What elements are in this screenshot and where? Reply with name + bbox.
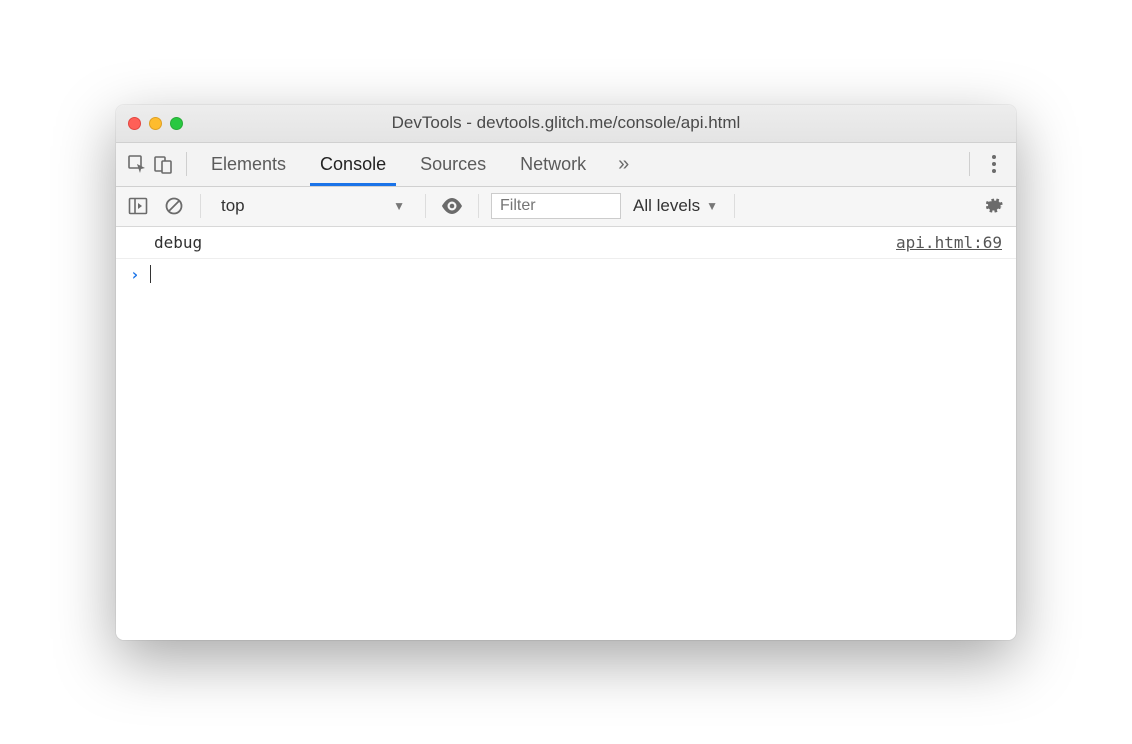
console-prompt[interactable]: › (116, 259, 1016, 290)
main-toolbar: Elements Console Sources Network » (116, 143, 1016, 187)
console-filterbar: top ▼ All levels ▼ (116, 187, 1016, 227)
console-message-source-link[interactable]: api.html:69 (896, 233, 1002, 252)
context-selector[interactable]: top ▼ (213, 192, 413, 220)
kebab-menu-icon[interactable] (980, 155, 1008, 173)
more-tabs-button[interactable]: » (610, 153, 637, 176)
filterbar-separator (200, 194, 201, 218)
live-expression-eye-icon[interactable] (438, 192, 466, 220)
close-window-button[interactable] (128, 117, 141, 130)
minimize-window-button[interactable] (149, 117, 162, 130)
panel-tabs: Elements Console Sources Network » (197, 144, 637, 185)
console-settings-gear-icon[interactable] (980, 192, 1008, 220)
zoom-window-button[interactable] (170, 117, 183, 130)
filterbar-separator (478, 194, 479, 218)
titlebar: DevTools - devtools.glitch.me/console/ap… (116, 105, 1016, 143)
filterbar-separator (734, 194, 735, 218)
text-cursor (150, 265, 151, 283)
filter-input[interactable] (491, 193, 621, 219)
tab-console[interactable]: Console (310, 144, 396, 185)
inspect-icon[interactable] (124, 151, 150, 177)
console-message-row: debug api.html:69 (116, 227, 1016, 259)
log-levels-label: All levels (633, 196, 700, 216)
chevron-down-icon: ▼ (706, 199, 718, 213)
device-toolbar-icon[interactable] (150, 151, 176, 177)
console-output: debug api.html:69 › (116, 227, 1016, 640)
toolbar-separator (969, 152, 970, 176)
context-value: top (221, 196, 245, 216)
tab-sources[interactable]: Sources (410, 144, 496, 185)
tab-elements[interactable]: Elements (201, 144, 296, 185)
tab-network[interactable]: Network (510, 144, 596, 185)
console-message-text: debug (154, 233, 202, 252)
toolbar-separator (186, 152, 187, 176)
traffic-lights (128, 117, 183, 130)
chevron-down-icon: ▼ (393, 199, 405, 213)
clear-console-icon[interactable] (160, 192, 188, 220)
window-title: DevTools - devtools.glitch.me/console/ap… (116, 113, 1016, 133)
prompt-caret-icon: › (130, 265, 140, 284)
console-sidebar-toggle-icon[interactable] (124, 192, 152, 220)
devtools-window: DevTools - devtools.glitch.me/console/ap… (116, 105, 1016, 640)
filterbar-separator (425, 194, 426, 218)
log-levels-selector[interactable]: All levels ▼ (629, 196, 722, 216)
